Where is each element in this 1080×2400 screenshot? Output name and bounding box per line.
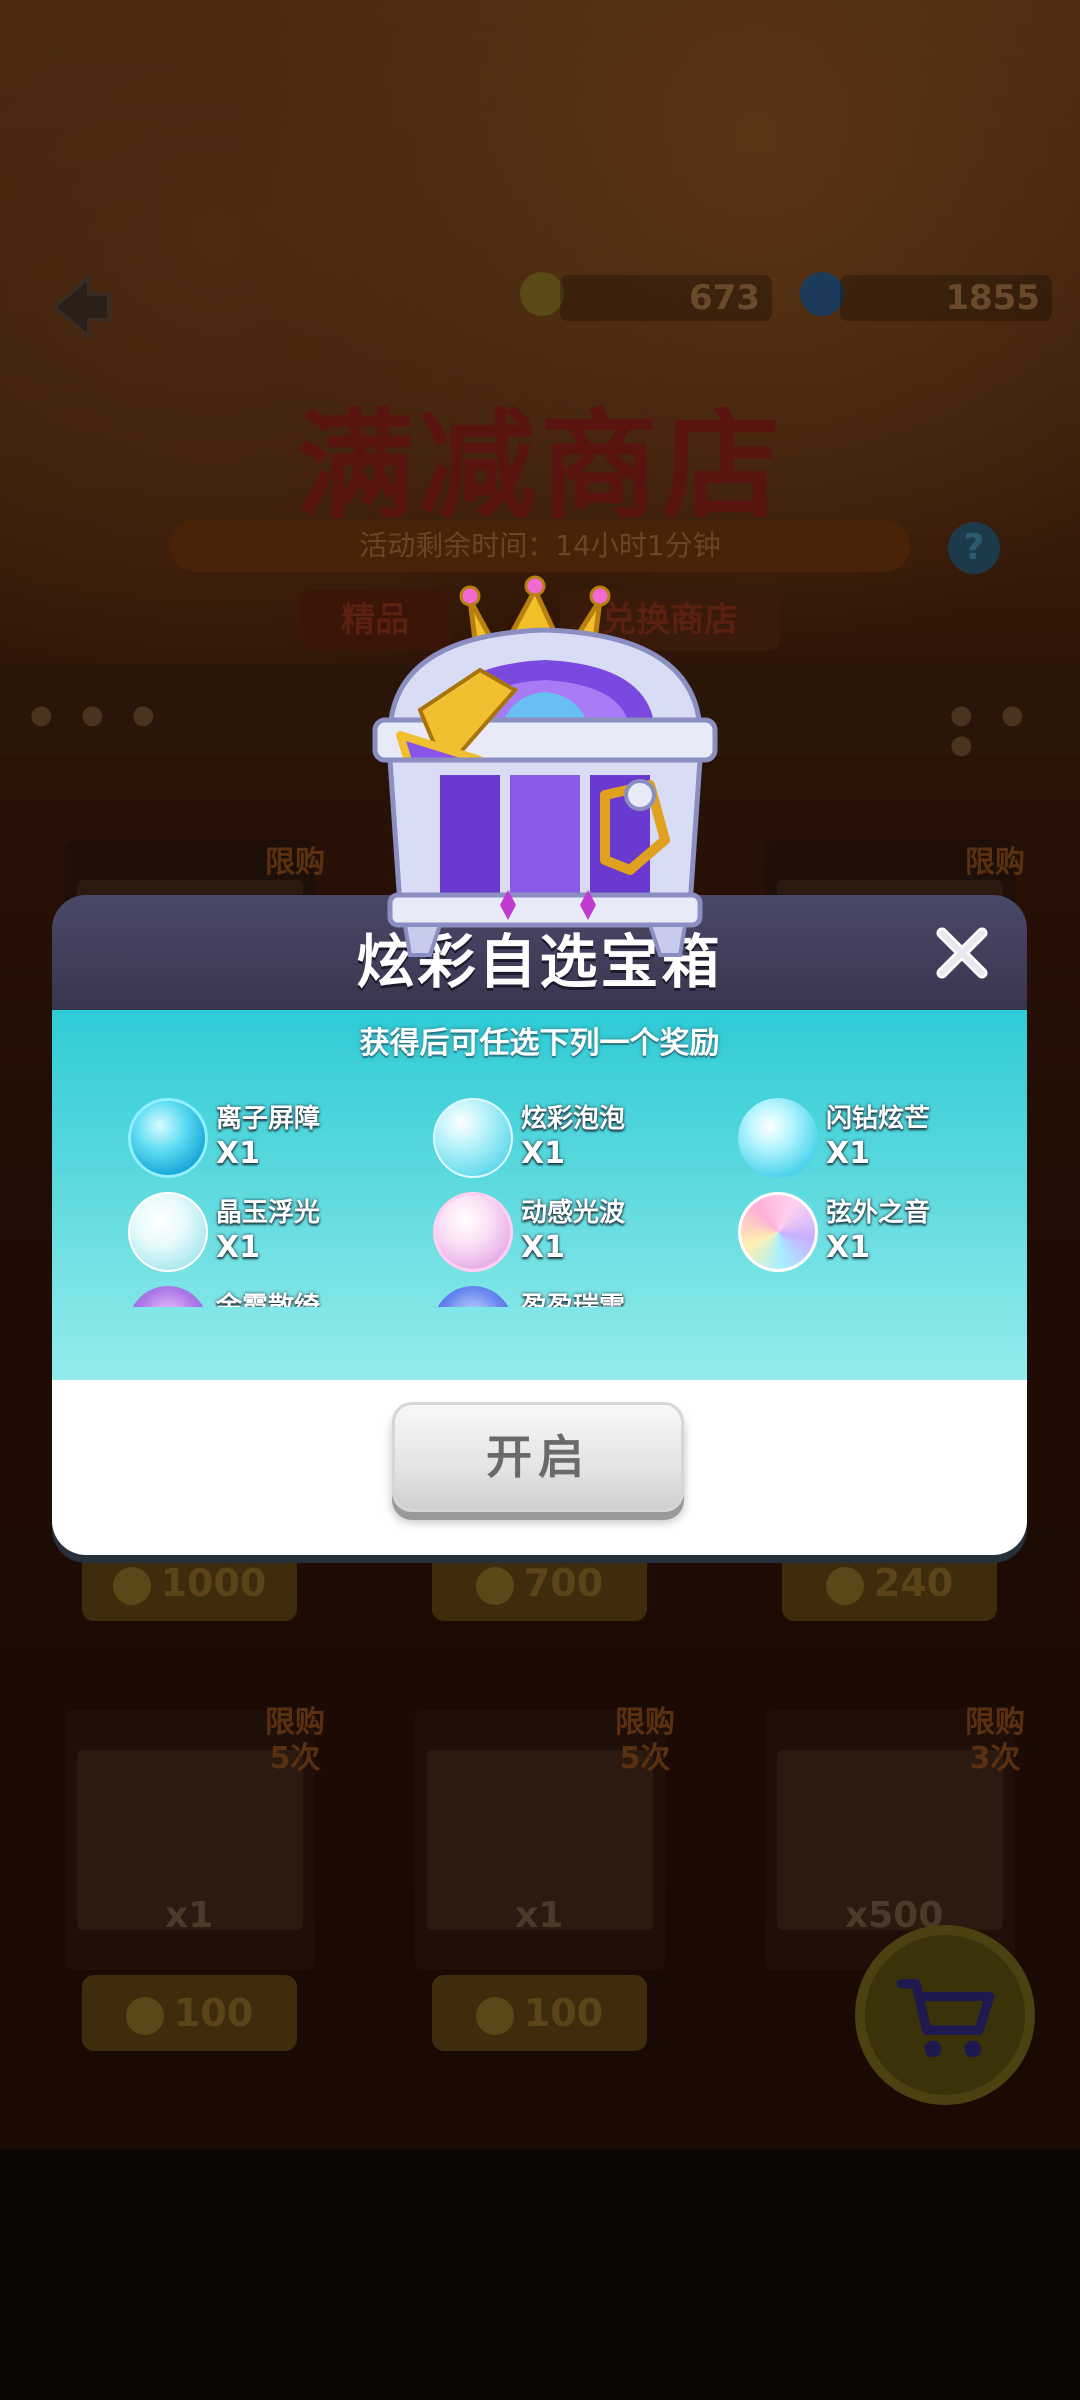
bottom-area xyxy=(0,2150,1080,2400)
shopping-cart-icon xyxy=(896,1979,995,2058)
bubble-icon xyxy=(128,1286,208,1307)
reward-quantity: X1 xyxy=(826,1230,871,1265)
chest-reward-dialog: 炫彩自选宝箱 获得后可任选下列一个奖励 离子屏障 X1 炫彩泡泡 X1 闪钻炫芒… xyxy=(52,895,1027,1555)
dialog-subtitle: 获得后可任选下列一个奖励 xyxy=(359,1026,720,1061)
dialog-footer: 开启 xyxy=(52,1380,1027,1555)
item-quantity: x1 xyxy=(165,1895,214,1936)
reward-quantity: X1 xyxy=(521,1136,566,1171)
reward-option[interactable]: 余霞散绮 xyxy=(112,1280,412,1307)
reward-name: 弦外之音 xyxy=(826,1198,931,1228)
reward-option[interactable]: 盈盈瑞雪 xyxy=(417,1280,717,1307)
reward-name: 盈盈瑞雪 xyxy=(521,1292,626,1307)
reward-name: 余霞散绮 xyxy=(216,1292,321,1307)
reward-name: 晶玉浮光 xyxy=(216,1198,321,1228)
reward-name: 炫彩泡泡 xyxy=(521,1104,626,1134)
reward-quantity: X1 xyxy=(216,1230,261,1265)
bubble-icon xyxy=(433,1192,513,1272)
price-button[interactable]: 700 xyxy=(432,1545,647,1621)
shopping-cart-button[interactable] xyxy=(855,1925,1035,2105)
limit-badge: 限购 5次 xyxy=(615,1705,675,1776)
close-icon[interactable] xyxy=(932,923,992,983)
price-button[interactable]: 100 xyxy=(432,1975,647,2051)
reward-name: 离子屏障 xyxy=(216,1104,321,1134)
item-quantity: x1 xyxy=(515,1895,564,1936)
reward-option[interactable]: 闪钻炫芒 X1 xyxy=(722,1092,1012,1178)
bubble-icon xyxy=(738,1192,818,1272)
bubble-icon xyxy=(128,1192,208,1272)
reward-quantity: X1 xyxy=(216,1136,261,1171)
left-dots: ● ● ● xyxy=(30,700,165,730)
reward-quantity: X1 xyxy=(826,1136,871,1171)
gem-count: 1855 xyxy=(840,275,1052,321)
limit-badge: 限购 5次 xyxy=(265,1705,325,1776)
gem-icon xyxy=(800,272,844,316)
price-button[interactable]: 100 xyxy=(82,1975,297,2051)
limit-badge: 限购 3次 xyxy=(965,1705,1025,1776)
bubble-icon xyxy=(128,1098,208,1178)
bubble-icon xyxy=(433,1286,513,1307)
help-icon[interactable]: ? xyxy=(948,522,1000,574)
price-button[interactable]: 240 xyxy=(782,1545,997,1621)
bubble-icon xyxy=(433,1098,513,1178)
reward-option[interactable]: 动感光波 X1 xyxy=(417,1186,717,1272)
reward-option[interactable]: 晶玉浮光 X1 xyxy=(112,1186,412,1272)
right-dots: ● ● ● xyxy=(950,700,1034,760)
reward-list-panel: 获得后可任选下列一个奖励 离子屏障 X1 炫彩泡泡 X1 闪钻炫芒 X1 晶玉浮… xyxy=(52,1010,1027,1380)
reward-option[interactable]: 离子屏障 X1 xyxy=(112,1092,412,1178)
price-button[interactable]: 1000 xyxy=(82,1545,297,1621)
reward-name: 动感光波 xyxy=(521,1198,626,1228)
reward-option[interactable]: 弦外之音 X1 xyxy=(722,1186,1012,1272)
open-button[interactable]: 开启 xyxy=(392,1402,684,1512)
gold-coin-count: 673 xyxy=(560,275,772,321)
reward-grid[interactable]: 离子屏障 X1 炫彩泡泡 X1 闪钻炫芒 X1 晶玉浮光 X1 动感光波 X1 … xyxy=(112,1092,1012,1307)
back-arrow-icon[interactable] xyxy=(34,262,124,352)
gold-coin-icon xyxy=(520,272,564,316)
reward-quantity: X1 xyxy=(521,1230,566,1265)
treasure-chest-icon xyxy=(350,560,740,960)
reward-name: 闪钻炫芒 xyxy=(826,1104,931,1134)
bubble-icon xyxy=(738,1098,818,1178)
shop-title: 满减商店 xyxy=(295,397,784,535)
reward-option[interactable]: 炫彩泡泡 X1 xyxy=(417,1092,717,1178)
